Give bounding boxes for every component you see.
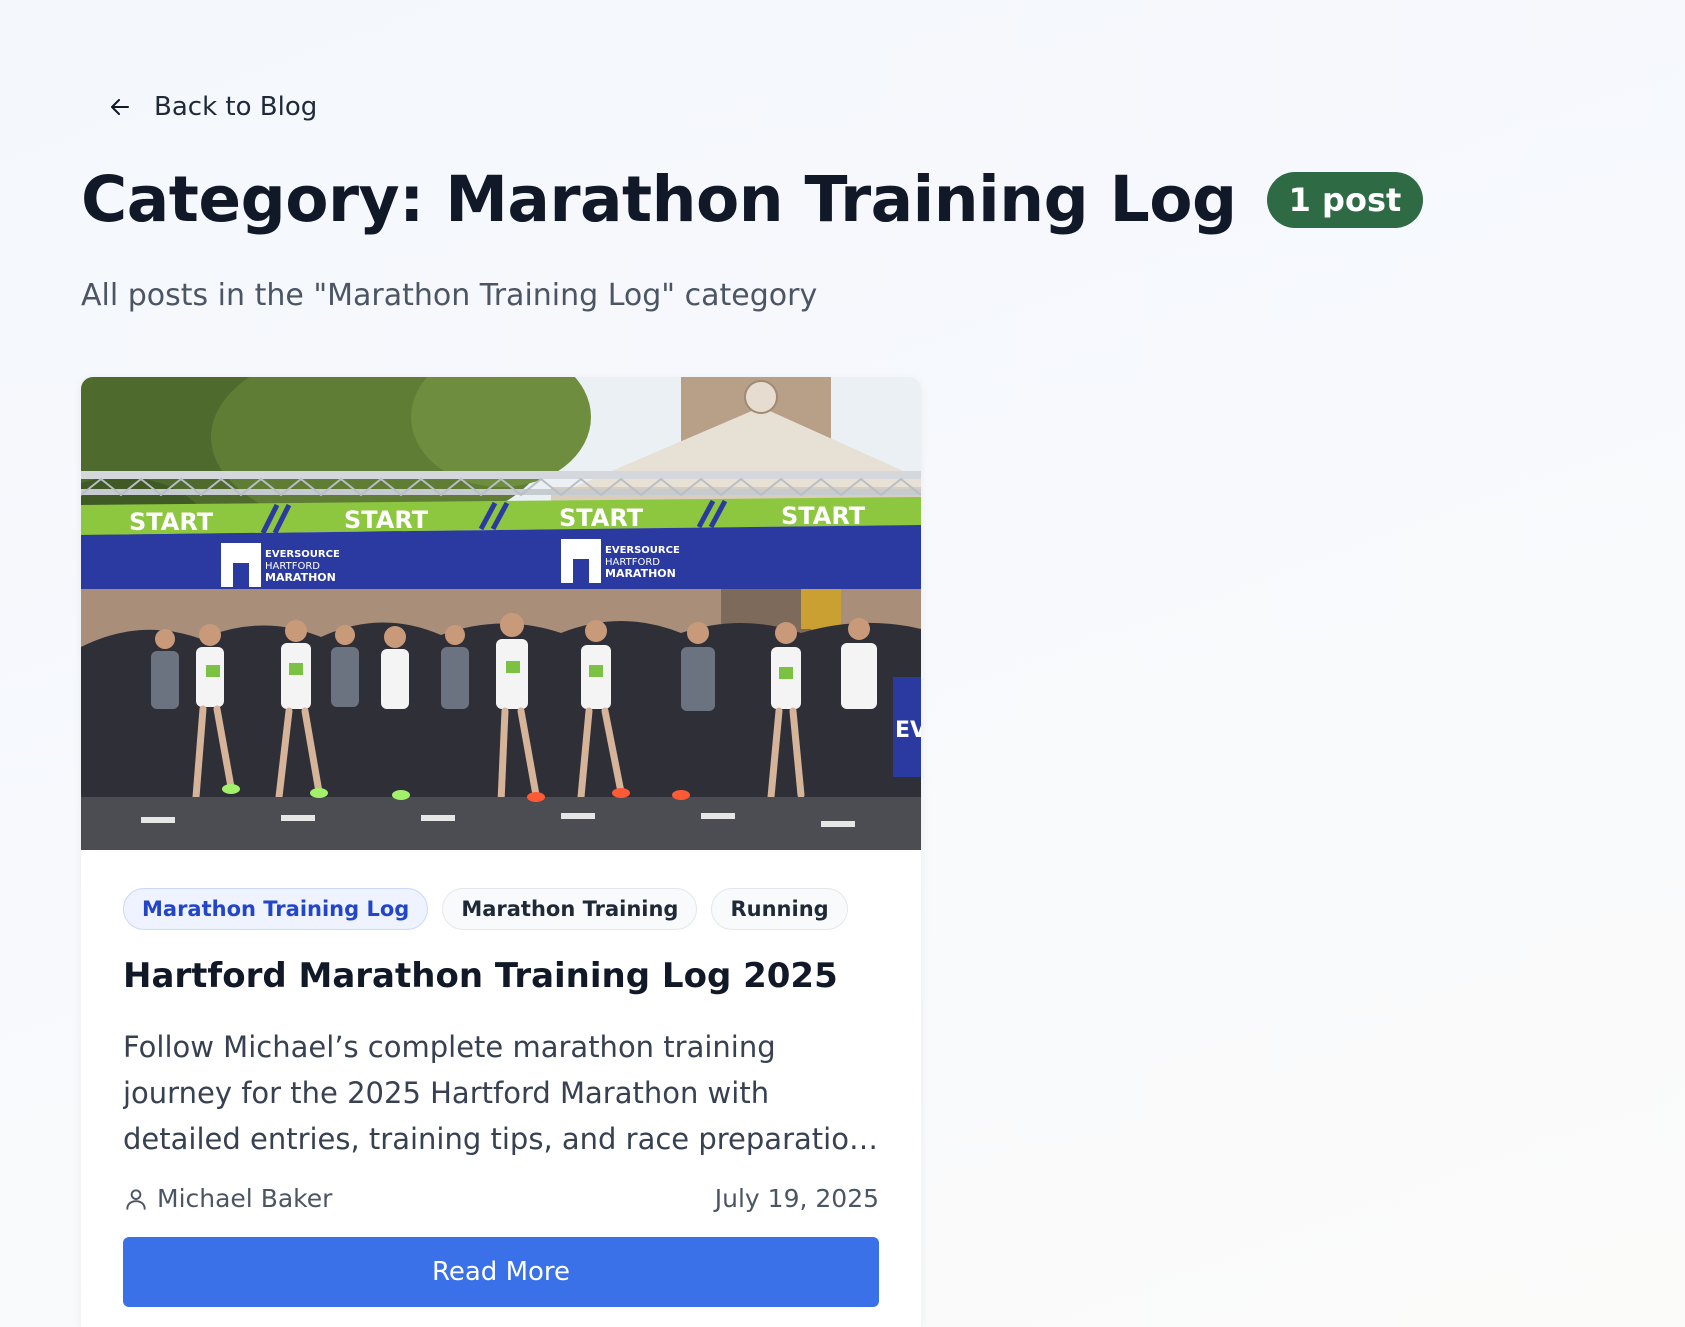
sponsor-line-3b: MARATHON	[605, 567, 676, 580]
tag-running[interactable]: Running	[711, 888, 848, 930]
sponsor-line-1b: EVERSOURCE	[605, 545, 680, 556]
post-excerpt: Follow Michael’s complete marathon train…	[123, 1030, 868, 1156]
page-header: Category: Marathon Training Log 1 post	[81, 163, 1424, 236]
page-subtitle: All posts in the "Marathon Training Log"…	[81, 278, 818, 313]
sponsor-line-1a: EVERSOURCE	[265, 549, 340, 560]
user-icon	[126, 1188, 146, 1210]
banner-start-text-2: START	[344, 506, 429, 534]
banner-start-text-4: START	[781, 502, 866, 530]
tag-marathon-training-log[interactable]: Marathon Training Log	[123, 888, 429, 930]
post-card: START START START START EVERSOURCE HARTF…	[81, 377, 921, 1327]
post-meta: Michael Baker July 19, 2025	[123, 1184, 879, 1213]
back-to-blog-link[interactable]: Back to Blog	[108, 92, 317, 122]
tag-marathon-training[interactable]: Marathon Training	[442, 888, 698, 930]
sponsor-line-3a: MARATHON	[265, 571, 336, 584]
post-author: Michael Baker	[123, 1184, 332, 1213]
post-count-badge: 1 post	[1266, 171, 1424, 228]
post-card-body: Marathon Training Log Marathon Training …	[81, 850, 921, 1307]
arrow-left-icon	[111, 99, 129, 115]
banner-start-text-1: START	[129, 508, 214, 536]
post-cover-image[interactable]: START START START START EVERSOURCE HARTF…	[81, 377, 921, 850]
page-title: Category: Marathon Training Log	[81, 163, 1237, 236]
post-date: July 19, 2025	[714, 1184, 879, 1213]
post-tags: Marathon Training Log Marathon Training …	[123, 888, 879, 930]
read-more-button[interactable]: Read More	[123, 1237, 879, 1307]
banner-start-text-3: START	[559, 504, 644, 532]
post-title[interactable]: Hartford Marathon Training Log 2025	[123, 956, 879, 996]
back-to-blog-label: Back to Blog	[154, 92, 318, 122]
side-sign-text: EV	[895, 718, 921, 743]
post-author-name: Michael Baker	[157, 1184, 333, 1213]
